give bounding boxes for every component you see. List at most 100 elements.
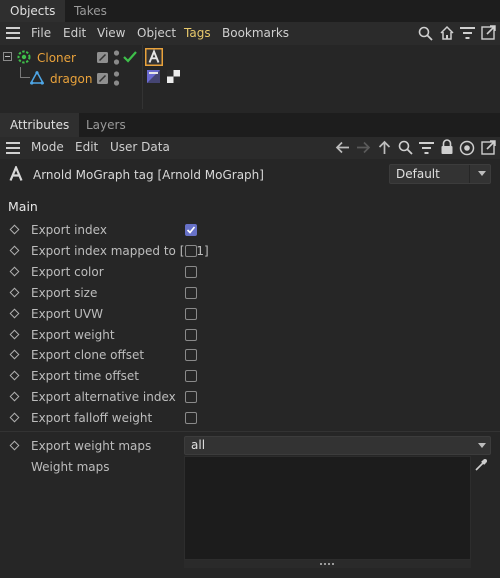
- filter-icon[interactable]: [419, 141, 434, 155]
- keyframe-diamond-icon[interactable]: [9, 287, 20, 298]
- preset-value: Default: [396, 167, 440, 181]
- list-resize-handle[interactable]: [184, 560, 471, 568]
- lock-icon[interactable]: [440, 139, 454, 155]
- export-falloff-weight-checkbox[interactable]: [185, 412, 197, 424]
- hamburger-icon[interactable]: [6, 142, 20, 154]
- export-index-checkbox[interactable]: [185, 224, 197, 236]
- export-uvw-checkbox[interactable]: [185, 308, 197, 320]
- param-row-export-size: Export size: [0, 283, 500, 304]
- tag-title: Arnold MoGraph tag [Arnold MoGraph]: [33, 168, 264, 182]
- chevron-down-icon: [478, 443, 486, 448]
- param-row-export-time-offset: Export time offset: [0, 366, 500, 387]
- export-weight-maps-dropdown[interactable]: all: [184, 436, 491, 455]
- menu-user-data[interactable]: User Data: [110, 140, 170, 154]
- arnold-tag-icon[interactable]: [145, 48, 163, 66]
- tab-attributes[interactable]: Attributes: [0, 113, 80, 137]
- param-row-export-color: Export color: [0, 262, 500, 283]
- tree-column-divider[interactable]: [142, 45, 143, 109]
- enabled-check-icon[interactable]: [123, 51, 137, 63]
- object-cloner[interactable]: Cloner: [37, 51, 76, 65]
- object-tree: Cloner dragon: [0, 45, 500, 109]
- menu-edit[interactable]: Edit: [75, 140, 98, 154]
- arrow-up-icon[interactable]: [377, 140, 392, 155]
- keyframe-diamond-icon[interactable]: [9, 224, 20, 235]
- param-label: Export falloff weight: [31, 411, 153, 425]
- home-icon[interactable]: [439, 25, 455, 41]
- menu-mode[interactable]: Mode: [31, 140, 64, 154]
- filter-icon[interactable]: [460, 26, 475, 40]
- param-row-export-weight-maps: Export weight maps all: [0, 436, 500, 457]
- arrow-left-icon[interactable]: [335, 140, 350, 155]
- menu-file[interactable]: File: [31, 26, 51, 40]
- object-dragon[interactable]: dragon: [50, 72, 92, 86]
- objects-tabbar: Objects Takes: [0, 0, 500, 22]
- param-label: Export index: [31, 223, 107, 237]
- keyframe-diamond-icon[interactable]: [9, 266, 20, 277]
- keyframe-diamond-icon[interactable]: [9, 245, 20, 256]
- search-icon[interactable]: [398, 140, 413, 155]
- visibility-dots-icon[interactable]: [113, 71, 120, 87]
- param-label: Export UVW: [31, 307, 103, 321]
- export-index-mapped-checkbox[interactable]: [185, 245, 197, 257]
- tab-layers[interactable]: Layers: [76, 113, 136, 137]
- weight-maps-label: Weight maps: [31, 460, 110, 474]
- phong-tag-icon[interactable]: [147, 70, 160, 83]
- collapse-icon[interactable]: [3, 52, 12, 61]
- param-row-export-index-mapped: Export index mapped to [0-1]: [0, 241, 500, 262]
- param-label: Export size: [31, 286, 98, 300]
- menu-bookmarks[interactable]: Bookmarks: [222, 26, 289, 40]
- export-clone-offset-checkbox[interactable]: [185, 349, 197, 361]
- objects-menubar: File Edit View Object Tags Bookmarks: [0, 22, 500, 45]
- param-label: Export alternative index: [31, 390, 176, 404]
- arrow-right-icon[interactable]: [356, 140, 371, 155]
- section-heading-main: Main: [8, 199, 38, 214]
- param-label: Export color: [31, 265, 104, 279]
- menu-object[interactable]: Object: [137, 26, 176, 40]
- menu-tags[interactable]: Tags: [184, 26, 211, 40]
- keyframe-diamond-icon[interactable]: [9, 349, 20, 360]
- keyframe-diamond-icon[interactable]: [9, 329, 20, 340]
- preset-dropdown[interactable]: Default: [389, 164, 491, 184]
- param-row-export-uvw: Export UVW: [0, 304, 500, 325]
- cloner-icon: [17, 50, 31, 64]
- param-label: Export index mapped to [0-1]: [31, 244, 209, 258]
- param-label: Export weight: [31, 328, 115, 342]
- arnold-logo-icon: [9, 166, 23, 181]
- dropdown-value: all: [191, 438, 206, 452]
- keyframe-diamond-icon[interactable]: [9, 308, 20, 319]
- attributes-menubar: Mode Edit User Data: [0, 137, 500, 159]
- param-row-export-index: Export index: [0, 220, 500, 241]
- hamburger-icon[interactable]: [6, 27, 20, 39]
- keyframe-diamond-icon[interactable]: [9, 391, 20, 402]
- target-icon[interactable]: [459, 140, 475, 156]
- tab-takes[interactable]: Takes: [64, 0, 117, 22]
- export-time-offset-checkbox[interactable]: [185, 370, 197, 382]
- attributes-tabbar: Attributes Layers: [0, 113, 500, 137]
- export-size-checkbox[interactable]: [185, 287, 197, 299]
- keyframe-diamond-icon[interactable]: [9, 440, 20, 451]
- tab-objects[interactable]: Objects: [0, 0, 66, 22]
- weight-maps-list[interactable]: [184, 456, 471, 560]
- dropdown-divider: [469, 165, 470, 183]
- param-row-export-alternative-index: Export alternative index: [0, 387, 500, 408]
- keyframe-diamond-icon[interactable]: [9, 412, 20, 423]
- param-row-export-falloff-weight: Export falloff weight: [0, 408, 500, 429]
- eyedropper-icon[interactable]: [474, 458, 488, 472]
- new-window-icon[interactable]: [481, 25, 496, 40]
- keyframe-diamond-icon[interactable]: [9, 370, 20, 381]
- export-weight-checkbox[interactable]: [185, 329, 197, 341]
- menu-view[interactable]: View: [97, 26, 125, 40]
- menu-edit[interactable]: Edit: [63, 26, 86, 40]
- tag-title-row: Arnold MoGraph tag [Arnold MoGraph] Defa…: [0, 162, 500, 186]
- polygon-object-icon: [30, 71, 44, 85]
- visibility-dots-icon[interactable]: [113, 50, 120, 66]
- export-alternative-index-checkbox[interactable]: [185, 391, 197, 403]
- search-icon[interactable]: [418, 26, 433, 41]
- new-window-icon[interactable]: [481, 140, 496, 155]
- export-color-checkbox[interactable]: [185, 266, 197, 278]
- layer-icon[interactable]: [97, 52, 108, 63]
- section-divider: [0, 431, 500, 432]
- material-tag-icon[interactable]: [167, 70, 180, 83]
- param-label: Export weight maps: [31, 439, 152, 453]
- layer-icon[interactable]: [97, 73, 108, 84]
